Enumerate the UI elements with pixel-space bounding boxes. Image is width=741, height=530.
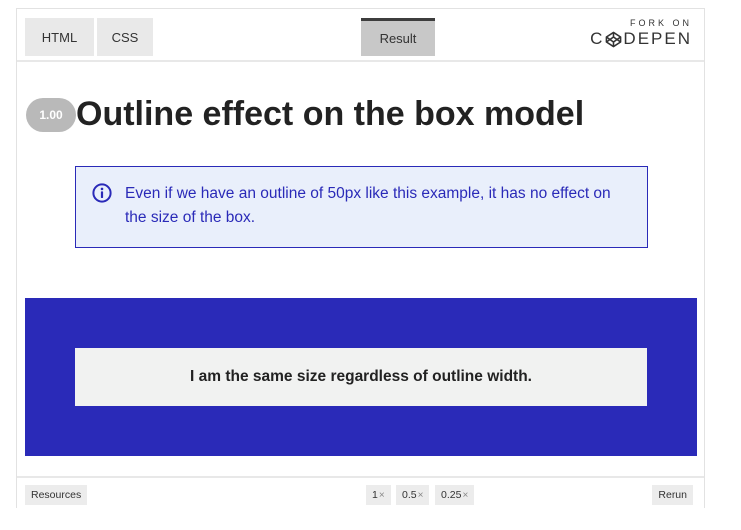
- demo-box: I am the same size regardless of outline…: [75, 348, 647, 406]
- zoom-025x-times: ×: [462, 489, 469, 501]
- resources-button[interactable]: Resources: [25, 485, 88, 505]
- zoom-1x-button[interactable]: 1 ×: [366, 485, 391, 505]
- info-circle-icon: [92, 183, 112, 203]
- tab-result[interactable]: Result: [361, 18, 435, 56]
- info-callout: Even if we have an outline of 50px like …: [75, 166, 648, 248]
- zoom-1x-label: 1: [372, 489, 378, 501]
- zoom-025x-label: 0.25: [441, 489, 462, 501]
- version-badge: 1.00: [26, 98, 76, 132]
- zoom-05x-times: ×: [417, 489, 424, 501]
- tab-bar: HTML CSS Result FORK ON C DEPEN: [17, 9, 704, 62]
- page-title: Outline effect on the box model: [76, 95, 585, 133]
- zoom-05x-label: 0.5: [402, 489, 417, 501]
- bottom-bar: Resources 1 × 0.5 × 0.25 × Rerun: [17, 476, 704, 509]
- info-callout-text: Even if we have an outline of 50px like …: [125, 185, 611, 226]
- codepen-wordmark: C DEPEN: [590, 29, 692, 49]
- tab-html[interactable]: HTML: [25, 18, 94, 56]
- zoom-1x-times: ×: [378, 489, 385, 501]
- tab-css[interactable]: CSS: [97, 18, 153, 56]
- codepen-logo-icon: [606, 31, 622, 47]
- fork-on-label: FORK ON: [629, 18, 692, 28]
- fork-on-codepen-link[interactable]: FORK ON C DEPEN: [590, 17, 692, 49]
- rerun-button[interactable]: Rerun: [652, 485, 693, 505]
- codepen-embed: HTML CSS Result FORK ON C DEPEN 1.00 Out…: [16, 8, 705, 509]
- codepen-brand-right: DEPEN: [623, 29, 692, 48]
- result-pane: 1.00 Outline effect on the box model Eve…: [17, 62, 704, 474]
- zoom-05x-button[interactable]: 0.5 ×: [396, 485, 430, 505]
- codepen-brand-left: C: [590, 29, 605, 48]
- zoom-025x-button[interactable]: 0.25 ×: [435, 485, 475, 505]
- outline-demo-area: I am the same size regardless of outline…: [25, 298, 697, 456]
